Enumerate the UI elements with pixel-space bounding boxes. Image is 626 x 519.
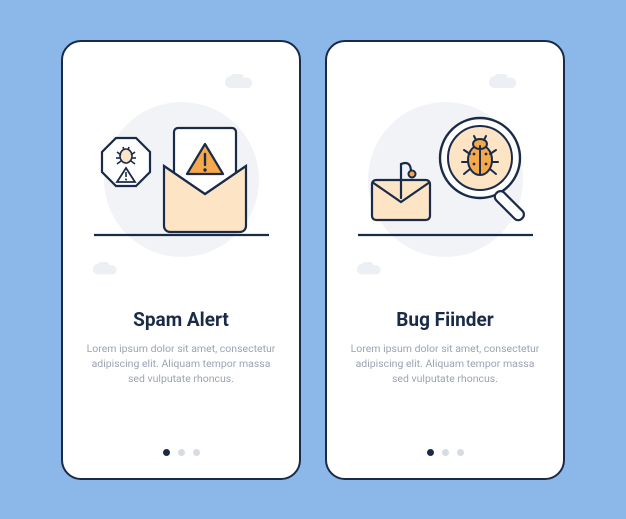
magnifying-glass-icon bbox=[440, 118, 526, 222]
onboarding-card-spam-alert: Spam Alert Lorem ipsum dolor sit amet, c… bbox=[61, 40, 301, 480]
onboarding-card-bug-finder: Bug Fiinder Lorem ipsum dolor sit amet, … bbox=[325, 40, 565, 480]
illustration-area bbox=[345, 62, 545, 292]
pagination-dot[interactable] bbox=[427, 449, 434, 456]
card-body: Lorem ipsum dolor sit amet, consectetur … bbox=[81, 341, 281, 387]
bug-finder-illustration bbox=[358, 102, 533, 251]
phishing-envelope-icon bbox=[372, 163, 430, 220]
pagination-dot[interactable] bbox=[457, 449, 464, 456]
cloud-icon bbox=[91, 262, 121, 278]
cloud-icon bbox=[223, 74, 257, 92]
pagination-dot[interactable] bbox=[193, 449, 200, 456]
cloud-icon bbox=[487, 74, 521, 92]
card-body: Lorem ipsum dolor sit amet, consectetur … bbox=[345, 341, 545, 387]
pagination-dot[interactable] bbox=[178, 449, 185, 456]
pagination-dot[interactable] bbox=[163, 449, 170, 456]
warning-sign-icon bbox=[102, 138, 150, 186]
card-title: Bug Fiinder bbox=[396, 308, 493, 331]
envelope-icon bbox=[164, 128, 246, 232]
pagination-dots[interactable] bbox=[163, 449, 200, 456]
pagination-dots[interactable] bbox=[427, 449, 464, 456]
card-title: Spam Alert bbox=[133, 308, 229, 331]
spam-alert-illustration bbox=[94, 102, 269, 251]
cloud-icon bbox=[355, 262, 385, 278]
illustration-area bbox=[81, 62, 281, 292]
pagination-dot[interactable] bbox=[442, 449, 449, 456]
